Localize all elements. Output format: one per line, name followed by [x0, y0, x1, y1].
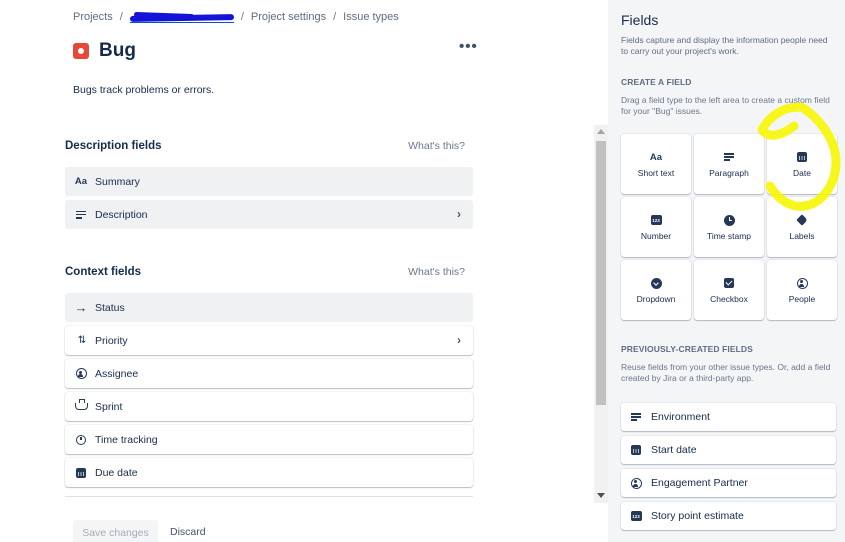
- previous-field-label: Environment: [651, 411, 710, 423]
- context-fields-header: Context fields What's this?: [65, 266, 465, 278]
- field-row-priority[interactable]: ⇅ Priority ›: [65, 326, 473, 355]
- field-label: Summary: [95, 175, 140, 188]
- calendar-icon: [73, 467, 89, 478]
- create-field-caption: CREATE A FIELD: [621, 77, 692, 87]
- previous-fields-caption: PREVIOUSLY-CREATED FIELDS: [621, 344, 753, 354]
- issue-type-description[interactable]: Bugs track problems or errors.: [73, 84, 214, 96]
- field-label: Assignee: [95, 367, 139, 380]
- field-label: Due date: [95, 466, 138, 479]
- clock-icon: [723, 213, 735, 227]
- field-label: Status: [95, 301, 125, 314]
- checkbox-icon: [724, 276, 734, 290]
- context-fields-help-link[interactable]: What's this?: [408, 266, 465, 278]
- field-type-time-stamp[interactable]: Time stamp: [694, 197, 764, 257]
- bug-icon: [73, 43, 89, 59]
- paragraph-icon: [724, 150, 734, 164]
- breadcrumb-project-settings[interactable]: Project settings: [251, 11, 326, 23]
- field-type-label: Time stamp: [706, 231, 752, 241]
- scroll-up-icon[interactable]: [597, 129, 605, 134]
- context-fields-heading: Context fields: [65, 266, 142, 278]
- previous-field-label: Story point estimate: [651, 510, 744, 522]
- arrow-right-icon: →: [74, 299, 88, 315]
- number-icon: 123: [650, 213, 662, 227]
- short-text-icon: Aa: [74, 176, 88, 187]
- paragraph-icon: [629, 413, 643, 421]
- page-title[interactable]: Bug: [99, 40, 136, 62]
- field-type-label: People: [788, 294, 816, 304]
- field-label: Sprint: [95, 400, 123, 413]
- description-fields-help-link[interactable]: What's this?: [408, 140, 465, 152]
- previous-fields-help: Reuse fields from your other issue types…: [621, 362, 831, 383]
- previous-field-engagement-partner[interactable]: Engagement Partner: [621, 469, 836, 497]
- field-type-label: Date: [793, 168, 811, 178]
- short-text-icon: Aa: [649, 151, 663, 163]
- more-actions-button[interactable]: •••: [459, 39, 478, 54]
- field-type-label: Dropdown: [636, 294, 676, 304]
- breadcrumb-separator: /: [119, 11, 123, 23]
- field-label: Priority: [95, 334, 128, 347]
- previous-field-start-date[interactable]: Start date: [621, 436, 836, 464]
- field-label: Time tracking: [95, 433, 158, 446]
- field-type-paragraph[interactable]: Paragraph: [694, 134, 764, 194]
- field-row-due-date[interactable]: Due date: [65, 458, 473, 487]
- breadcrumb-separator: /: [333, 11, 337, 23]
- field-type-number[interactable]: 123 Number: [621, 197, 691, 257]
- calendar-icon: [797, 150, 807, 164]
- sprint-icon: [73, 399, 89, 410]
- field-row-status[interactable]: → Status: [65, 293, 473, 322]
- person-icon: [796, 276, 808, 290]
- number-icon: 123: [629, 511, 643, 521]
- list-cutoff: [65, 496, 473, 504]
- description-fields-header: Description fields What's this?: [65, 140, 465, 152]
- field-type-people[interactable]: People: [767, 260, 837, 320]
- person-icon: [629, 477, 643, 489]
- tag-icon: [796, 213, 808, 227]
- person-icon: [73, 368, 89, 379]
- breadcrumb: Projects / / Project settings / Issue ty…: [73, 11, 399, 23]
- field-type-label: Number: [640, 231, 672, 241]
- scrollbar[interactable]: [594, 125, 608, 503]
- field-type-label: Short text: [637, 168, 675, 178]
- breadcrumb-issue-types[interactable]: Issue types: [343, 11, 399, 23]
- field-row-assignee[interactable]: Assignee: [65, 359, 473, 388]
- field-type-checkbox[interactable]: Checkbox: [694, 260, 764, 320]
- calendar-icon: [629, 445, 643, 455]
- breadcrumb-separator: /: [240, 11, 244, 23]
- field-type-labels[interactable]: Labels: [767, 197, 837, 257]
- issue-type-header: Bug: [73, 40, 136, 62]
- scroll-down-icon[interactable]: [597, 493, 605, 498]
- stopwatch-icon: [73, 434, 89, 445]
- scrollbar-thumb[interactable]: [596, 141, 606, 405]
- chevron-right-icon[interactable]: ›: [457, 333, 461, 347]
- field-row-sprint[interactable]: Sprint: [65, 392, 473, 421]
- breadcrumb-projects[interactable]: Projects: [73, 11, 113, 23]
- field-label: Description: [95, 208, 148, 221]
- field-type-date[interactable]: Date: [767, 134, 837, 194]
- panel-description: Fields capture and display the informati…: [621, 35, 828, 56]
- chevron-right-icon[interactable]: ›: [457, 207, 461, 221]
- field-type-label: Checkbox: [710, 294, 748, 304]
- previous-field-label: Start date: [651, 444, 697, 456]
- field-row-summary[interactable]: Aa Summary: [65, 167, 473, 196]
- field-type-label: Paragraph: [709, 168, 749, 178]
- field-row-description[interactable]: Description ›: [65, 200, 473, 229]
- field-type-short-text[interactable]: Aa Short text: [621, 134, 691, 194]
- field-type-dropdown[interactable]: Dropdown: [621, 260, 691, 320]
- discard-button[interactable]: Discard: [170, 526, 206, 538]
- field-row-time-tracking[interactable]: Time tracking: [65, 425, 473, 454]
- description-fields-heading: Description fields: [65, 140, 162, 152]
- panel-title: Fields: [621, 12, 659, 28]
- previous-field-environment[interactable]: Environment: [621, 403, 836, 431]
- create-field-help: Drag a field type to the left area to cr…: [621, 95, 830, 116]
- fields-panel: Fields Fields capture and display the in…: [608, 0, 845, 542]
- field-type-label: Labels: [789, 231, 815, 241]
- priority-icon: ⇅: [77, 335, 87, 346]
- breadcrumb-project-name-redacted[interactable]: [129, 11, 234, 23]
- previous-field-label: Engagement Partner: [651, 477, 748, 489]
- paragraph-icon: [73, 210, 89, 219]
- previous-field-story-point-estimate[interactable]: 123 Story point estimate: [621, 502, 836, 530]
- dropdown-icon: [650, 276, 662, 290]
- save-changes-button[interactable]: Save changes: [73, 520, 158, 542]
